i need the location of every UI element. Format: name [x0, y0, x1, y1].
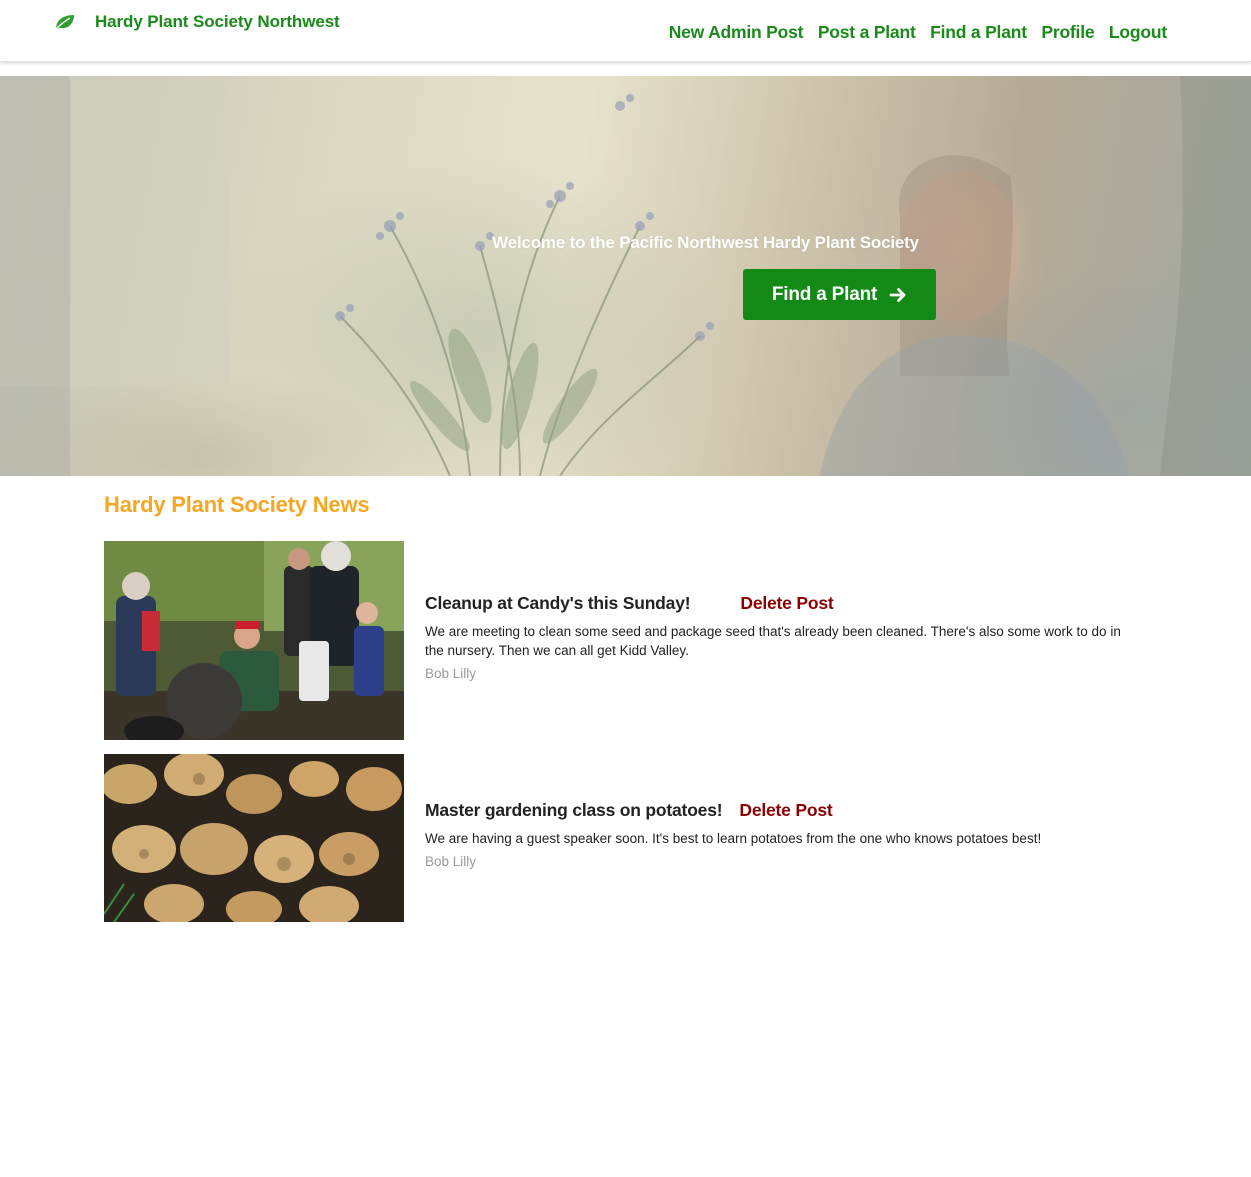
hero-find-plant-button[interactable]: Find a Plant: [743, 269, 936, 320]
post-body-text: We are having a guest speaker soon. It's…: [425, 831, 1042, 846]
post-content: Master gardening class on potatoes! Dele…: [425, 800, 1125, 869]
top-navbar: Hardy Plant Society Northwest New Admin …: [0, 0, 1251, 62]
post-title: Master gardening class on potatoes!: [425, 800, 723, 820]
hero-button-label: Find a Plant: [771, 283, 878, 305]
nav-logout[interactable]: Logout: [1109, 22, 1167, 43]
nav-links: New Admin Post Post a Plant Find a Plant…: [654, 22, 1168, 43]
post-content: Cleanup at Candy's this Sunday! Delete P…: [425, 593, 1125, 681]
news-post: Master gardening class on potatoes! Dele…: [104, 754, 1134, 922]
post-author: Bob Lilly: [425, 854, 477, 869]
hero-title: Welcome to the Pacific Northwest Hardy P…: [492, 233, 919, 252]
brand-link[interactable]: Hardy Plant Society Northwest: [54, 11, 340, 33]
hero-banner: Welcome to the Pacific Northwest Hardy P…: [0, 76, 1251, 476]
leaf-icon: [54, 13, 76, 31]
nav-find-a-plant[interactable]: Find a Plant: [930, 22, 1027, 43]
post-image-volunteers: [104, 541, 404, 740]
post-author: Bob Lilly: [425, 666, 477, 681]
brand-name: Hardy Plant Society Northwest: [95, 12, 340, 31]
nav-post-a-plant[interactable]: Post a Plant: [818, 22, 916, 43]
delete-post-button[interactable]: Delete Post: [740, 593, 833, 614]
post-heading-row: Cleanup at Candy's this Sunday! Delete P…: [425, 593, 1125, 615]
news-heading: Hardy Plant Society News: [104, 492, 370, 517]
post-image-potatoes: [104, 754, 404, 922]
delete-post-button[interactable]: Delete Post: [739, 800, 832, 821]
hero-background-image: [0, 76, 1251, 476]
post-title: Cleanup at Candy's this Sunday!: [425, 593, 691, 613]
nav-profile[interactable]: Profile: [1041, 22, 1094, 43]
arrow-right-icon: [889, 286, 907, 304]
news-post: Cleanup at Candy's this Sunday! Delete P…: [104, 541, 1134, 740]
post-body-text: We are meeting to clean some seed and pa…: [425, 624, 1121, 658]
post-heading-row: Master gardening class on potatoes! Dele…: [425, 800, 1125, 822]
nav-new-admin-post[interactable]: New Admin Post: [669, 22, 804, 43]
